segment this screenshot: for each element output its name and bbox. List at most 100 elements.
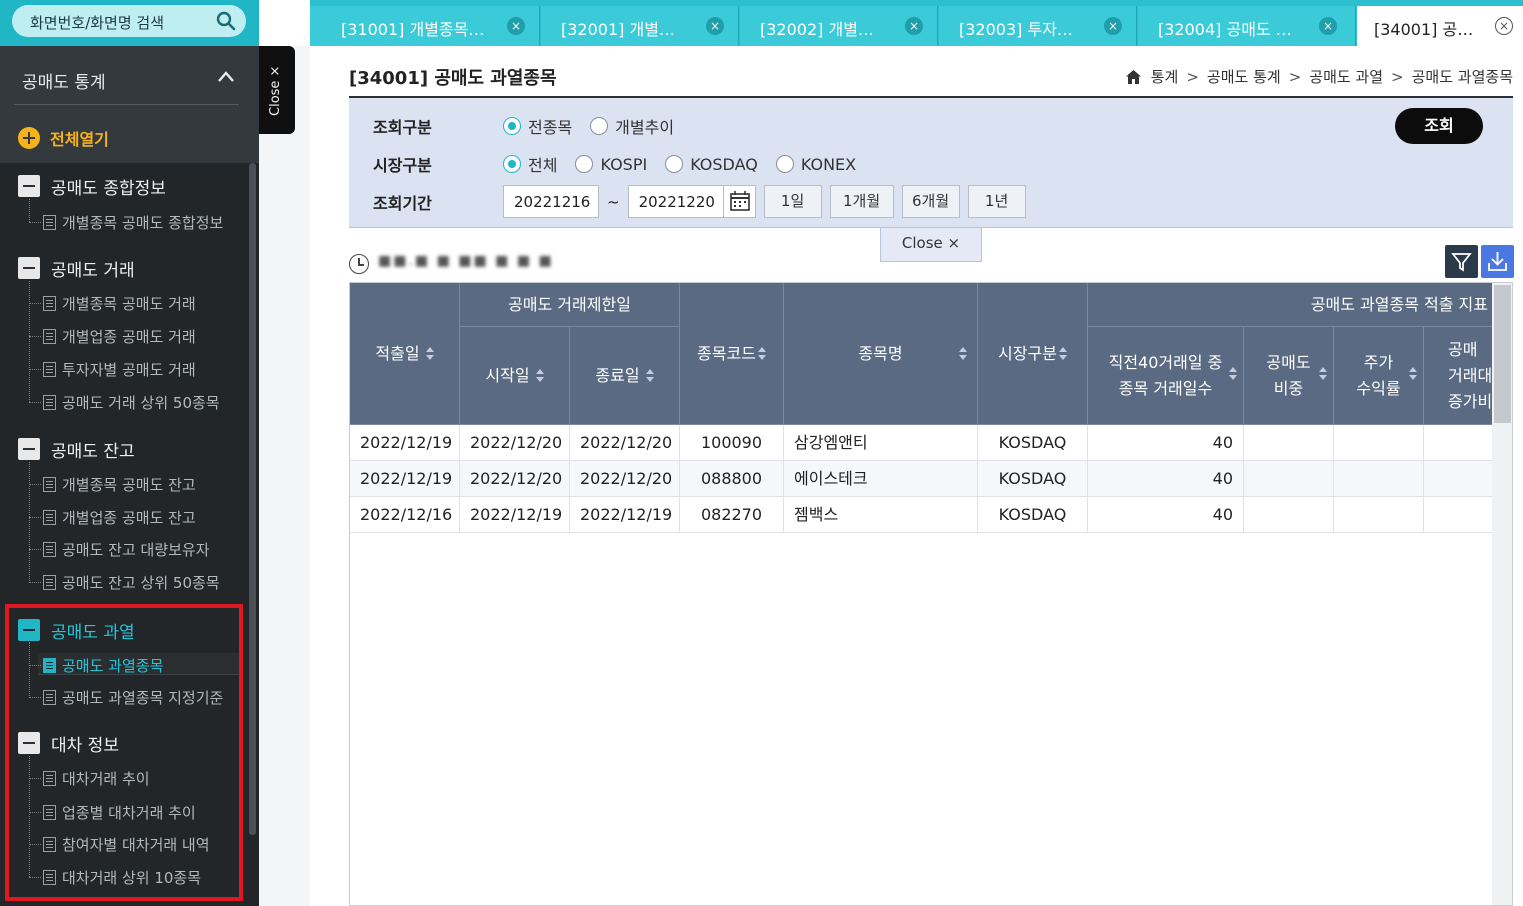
market-row: 시장구분 전체 KOSPI KOSDAQ KONEX [373,152,874,176]
close-icon[interactable]: × [1319,17,1337,35]
expand-all-button[interactable]: 전체열기 [18,126,109,150]
sort-icon[interactable] [645,368,654,383]
sidebar-close-button[interactable]: Close × [259,46,295,134]
search-input[interactable]: 화면번호/화면명 검색 [12,5,246,37]
menu-item-balance-sector[interactable]: 개별업종 공매도 잔고 [29,506,196,528]
col-header-date[interactable]: 적출일 [350,283,460,425]
radio-market-konex[interactable]: KONEX [775,155,856,174]
tab-32003[interactable]: [32003] 투자… × [939,6,1137,46]
menu-item-balance-top50[interactable]: 공매도 잔고 상위 50종목 [29,571,220,593]
document-icon [43,394,56,410]
close-icon[interactable]: × [905,17,923,35]
cell-market: KOSDAQ [978,425,1088,461]
col-group-indicator: 공매도 과열종목 적출 지표 [1088,283,1492,327]
highlight-annotation-box [5,604,243,901]
end-date-input[interactable]: 20221220 [627,185,724,218]
collapse-icon [18,175,40,197]
menu-item-trading-top50[interactable]: 공매도 거래 상위 50종목 [29,391,220,413]
table-row[interactable]: 2022/12/16 2022/12/19 2022/12/19 082270 … [350,497,1492,533]
close-icon[interactable]: × [706,17,724,35]
radio-individual-trend[interactable]: 개별추이 [590,114,674,138]
search-panel: 조회구분 전종목 개별추이 시장구분 전체 KOSPI KOSDAQ KONEX… [349,98,1513,228]
radio-label: 전체 [528,156,558,175]
sidebar-scrollbar[interactable] [249,163,256,835]
breadcrumb-item[interactable]: 공매도 과열 [1309,66,1383,87]
radio-market-kosdaq[interactable]: KOSDAQ [665,155,758,174]
col-header-market[interactable]: 시장구분 [978,283,1088,425]
tab-32004[interactable]: [32004] 공매도 … × [1138,6,1356,46]
sort-icon[interactable] [535,368,544,383]
header-text: 공매도 과열종목 적출 지표 [1310,294,1488,314]
menu-item-trading-stock[interactable]: 개별종목 공매도 거래 [29,292,196,314]
sort-icon[interactable] [959,347,967,361]
col-header-code[interactable]: 종목코드 [680,283,784,425]
menu-group-label: 공매도 거래 [51,260,135,281]
download-icon[interactable] [1481,245,1514,278]
period-6m-button[interactable]: 6개월 [901,185,960,218]
header-text: 공매도 [1266,352,1311,372]
sort-icon[interactable] [757,346,766,361]
col-header-return[interactable]: 주가 수익률 [1334,327,1424,425]
menu-item-balance-holders[interactable]: 공매도 잔고 대량보유자 [29,538,210,560]
close-icon[interactable]: × [1495,17,1513,35]
radio-market-kospi[interactable]: KOSPI [575,155,647,174]
radio-market-all[interactable]: 전체 [503,152,557,176]
document-icon [43,214,56,230]
header-text: 적출일 [375,343,420,363]
table-row[interactable]: 2022/12/19 2022/12/20 2022/12/20 088800 … [350,461,1492,497]
document-icon [43,361,56,377]
menu-item-trading-investor[interactable]: 투자자별 공매도 거래 [29,358,196,380]
collapse-icon [18,438,40,460]
tab-32001[interactable]: [32001] 개별… × [541,6,739,46]
breadcrumb-item[interactable]: 통계 [1151,66,1179,87]
period-1y-button[interactable]: 1년 [967,185,1026,218]
tab-34001[interactable]: [34001] 공… × [1357,6,1523,46]
breadcrumb-item[interactable]: 공매도 통계 [1207,66,1281,87]
cell-ratio [1244,425,1334,461]
chevron-up-icon[interactable] [217,68,235,86]
menu-item-overview-stock[interactable]: 개별종목 공매도 종합정보 [29,211,223,233]
sort-icon[interactable] [425,346,434,361]
table-header: 적출일 공매도 거래제한일 시작일 종료일 종목코드 종목명 시장구분 공매도 … [350,283,1504,425]
period-1m-button[interactable]: 1개월 [829,185,894,218]
document-icon [43,328,56,344]
col-header-days40[interactable]: 직전40거래일 중 종목 거래일수 [1088,327,1244,425]
cell-days40: 40 [1088,497,1244,533]
filter-icon[interactable] [1445,245,1478,278]
close-icon[interactable]: × [507,17,525,35]
col-header-name[interactable]: 종목명 [784,283,978,425]
sort-icon[interactable] [1409,367,1417,381]
menu-group-balance[interactable]: 공매도 잔고 [18,437,135,462]
home-icon[interactable] [1125,69,1141,84]
menu-group-trading[interactable]: 공매도 거래 [18,256,135,281]
menu-item-label: 공매도 잔고 대량보유자 [62,540,210,559]
start-date-input[interactable]: 20221216 [503,185,599,218]
period-label: 조회기간 [373,193,432,213]
tab-32002[interactable]: [32002] 개별… × [740,6,938,46]
sort-icon[interactable] [1058,346,1067,361]
plus-circle-icon [18,127,40,149]
sort-icon[interactable] [1229,367,1237,381]
menu-item-trading-sector[interactable]: 개별업종 공매도 거래 [29,325,196,347]
document-icon [43,476,56,492]
menu-group-overview[interactable]: 공매도 종합정보 [18,174,166,199]
sort-icon[interactable] [1319,367,1327,381]
expand-all-label: 전체열기 [50,130,109,149]
table-vertical-scrollbar[interactable] [1492,283,1512,905]
search-icon[interactable] [216,11,236,31]
table-row[interactable]: 2022/12/19 2022/12/20 2022/12/20 100090 … [350,425,1492,461]
search-button[interactable]: 조회 [1395,108,1483,144]
col-header-ratio[interactable]: 공매도 비중 [1244,327,1334,425]
col-header-start[interactable]: 시작일 [460,327,570,425]
scrollbar-thumb[interactable] [1494,285,1511,423]
search-panel-close-button[interactable]: Close × [880,228,982,262]
cell-amount [1424,461,1492,497]
period-1d-button[interactable]: 1일 [763,185,822,218]
calendar-icon[interactable] [723,185,756,218]
close-icon[interactable]: × [1104,17,1122,35]
col-header-end[interactable]: 종료일 [570,327,680,425]
menu-item-balance-stock[interactable]: 개별종목 공매도 잔고 [29,473,196,495]
tab-31001[interactable]: [31001] 개별종목… × [310,6,540,46]
col-group-restrict: 공매도 거래제한일 [460,283,680,327]
radio-all-stocks[interactable]: 전종목 [503,114,572,138]
